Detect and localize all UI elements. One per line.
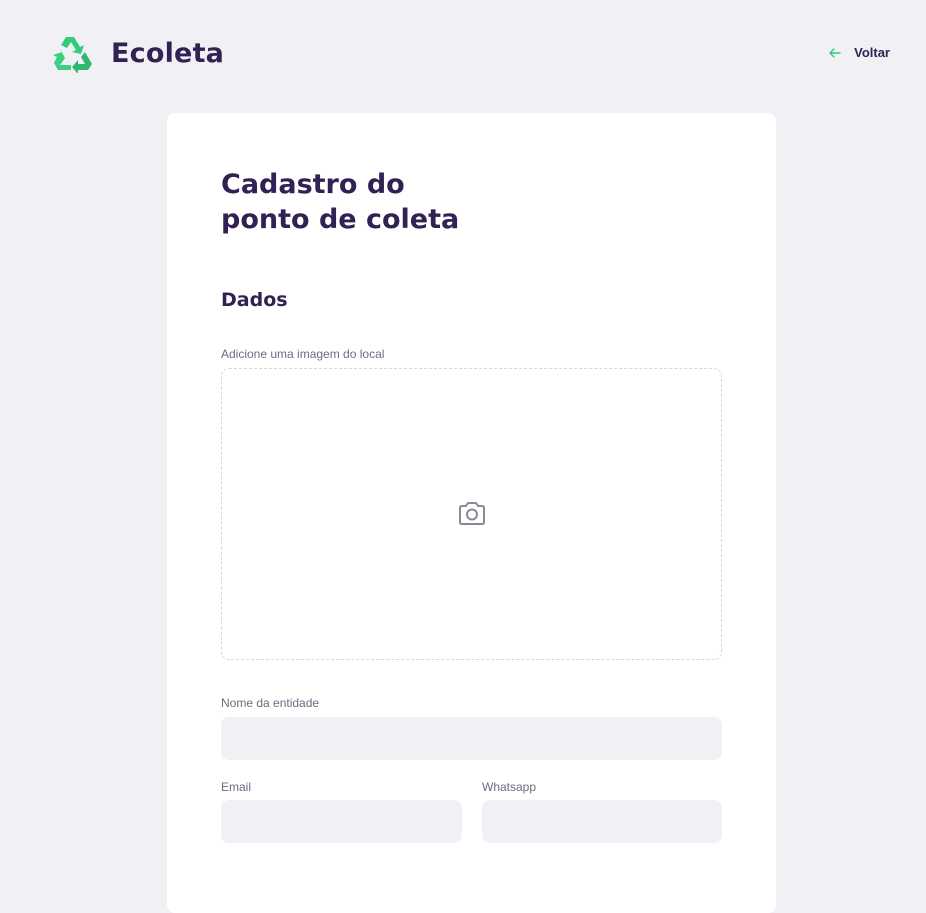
app-name: Ecoleta bbox=[111, 37, 225, 69]
camera-icon bbox=[459, 502, 485, 525]
email-input[interactable] bbox=[221, 800, 462, 843]
page-header: Ecoleta Voltar bbox=[0, 0, 926, 108]
email-field-label: Email bbox=[221, 780, 252, 794]
title-line-2: ponto de coleta bbox=[221, 204, 460, 235]
whatsapp-input[interactable] bbox=[482, 800, 722, 843]
arrow-left-icon bbox=[829, 47, 841, 58]
image-dropzone[interactable] bbox=[221, 368, 722, 660]
page-title: Cadastro do ponto de coleta bbox=[221, 167, 581, 237]
whatsapp-field-label: Whatsapp bbox=[482, 780, 537, 794]
name-field-label: Nome da entidade bbox=[221, 696, 320, 710]
app-logo[interactable]: Ecoleta bbox=[52, 33, 224, 73]
title-line-1: Cadastro do bbox=[221, 169, 405, 200]
image-upload-label: Adicione uma imagem do local bbox=[221, 347, 385, 361]
recycle-icon bbox=[53, 37, 92, 73]
back-label: Voltar bbox=[854, 45, 890, 60]
form-card: Cadastro do ponto de coleta Dados Adicio… bbox=[167, 113, 776, 913]
name-input[interactable] bbox=[221, 717, 722, 760]
section-title-dados: Dados bbox=[221, 289, 288, 311]
back-link[interactable]: Voltar bbox=[828, 45, 890, 60]
